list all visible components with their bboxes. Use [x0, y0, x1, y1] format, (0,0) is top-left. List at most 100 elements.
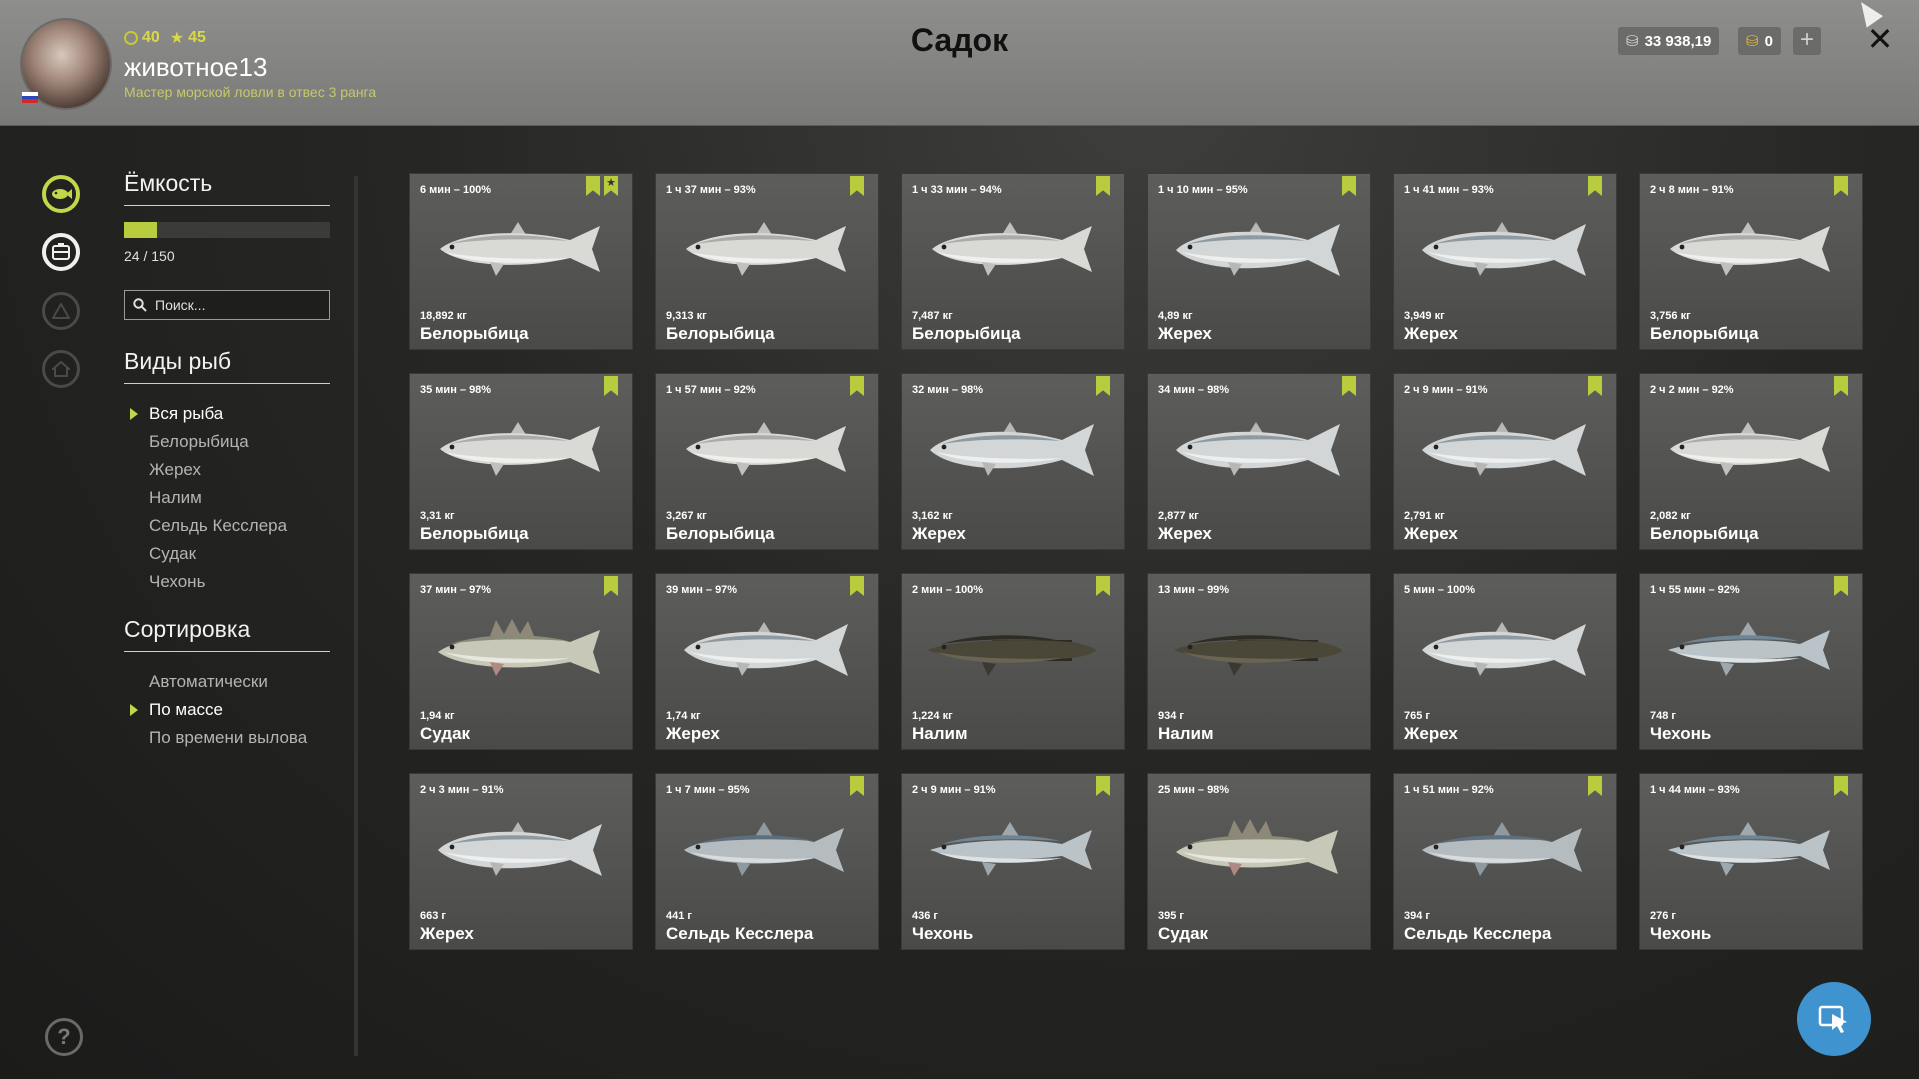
fish-weight: 436 г — [912, 910, 938, 922]
fish-weight: 3,267 кг — [666, 510, 707, 522]
bookmark-icon[interactable] — [1096, 176, 1110, 196]
species-filter-item[interactable]: Вся рыба — [124, 400, 330, 428]
species-filter-item[interactable]: Чехонь — [124, 568, 330, 596]
fish-card[interactable]: 37 мин – 97% 1,94 кг Судак — [410, 574, 632, 749]
fish-tab-icon[interactable] — [42, 175, 80, 213]
catch-time-condition: 32 мин – 98% — [912, 384, 984, 396]
fish-card[interactable]: 6 мин – 100% ★ 18,892 кг Белорыбица — [410, 174, 632, 349]
sort-option-item[interactable]: По массе — [124, 696, 330, 724]
catch-time-condition: 13 мин – 99% — [1158, 584, 1230, 596]
fish-card[interactable]: 39 мин – 97% 1,74 кг Жерех — [656, 574, 878, 749]
fish-card[interactable]: 34 мин – 98% 2,877 кг Жерех — [1148, 374, 1370, 549]
bookmark-icon[interactable] — [1342, 376, 1356, 396]
filter-panel: Ёмкость 24 / 150 Виды рыб Вся рыбаБелоры… — [124, 170, 330, 752]
search-box[interactable] — [124, 290, 330, 320]
bookmark-icon[interactable] — [850, 576, 864, 596]
catch-time-condition: 1 ч 33 мин – 94% — [912, 184, 1002, 196]
search-input[interactable] — [153, 296, 317, 314]
fish-card[interactable]: 1 ч 10 мин – 95% 4,89 кг Жерех — [1148, 174, 1370, 349]
bookmark-icon[interactable] — [1096, 376, 1110, 396]
bookmark-icon[interactable] — [1096, 576, 1110, 596]
bookmark-icon[interactable] — [1096, 776, 1110, 796]
fish-weight: 18,892 кг — [420, 310, 467, 322]
fish-card[interactable]: 25 мин – 98% 395 г Судак — [1148, 774, 1370, 949]
fish-card[interactable]: 1 ч 55 мин – 92% 748 г Чехонь — [1640, 574, 1862, 749]
add-currency-button[interactable]: + — [1793, 27, 1821, 55]
sabrefish-fish-image — [930, 822, 1092, 876]
fish-card[interactable]: 1 ч 51 мин – 92% 394 г Сельдь Кесслера — [1394, 774, 1616, 949]
fish-name: Жерех — [420, 924, 474, 943]
bookmark-icon[interactable] — [1834, 176, 1848, 196]
catch-time-condition: 2 мин – 100% — [912, 584, 984, 596]
fish-weight: 3,756 кг — [1650, 310, 1691, 322]
fish-card[interactable]: 35 мин – 98% 3,31 кг Белорыбица — [410, 374, 632, 549]
herring-fish-image — [684, 822, 844, 876]
bookmark-icon[interactable] — [604, 576, 618, 596]
fish-card[interactable]: 1 ч 41 мин – 93% 3,949 кг Жерех — [1394, 174, 1616, 349]
species-filter-item[interactable]: Жерех — [124, 456, 330, 484]
fish-name: Жерех — [666, 724, 720, 743]
fish-card[interactable]: 5 мин – 100% 765 г Жерех — [1394, 574, 1616, 749]
sort-option-item[interactable]: Автоматически — [124, 668, 330, 696]
fish-card[interactable]: 1 ч 37 мин – 93% 9,313 кг Белорыбица — [656, 174, 878, 349]
russia-flag-icon — [22, 92, 38, 103]
bookmark-icon[interactable] — [850, 376, 864, 396]
fish-card[interactable]: 1 ч 7 мин – 95% 441 г Сельдь Кесслера — [656, 774, 878, 949]
sort-option-item[interactable]: По времени вылова — [124, 724, 330, 752]
card-badges — [604, 376, 618, 396]
catch-time-condition: 37 мин – 97% — [420, 584, 492, 596]
home-tab-icon[interactable] — [42, 350, 80, 388]
username: животное13 — [124, 52, 268, 82]
fish-card[interactable]: 32 мин – 98% 3,162 кг Жерех — [902, 374, 1124, 549]
fish-card[interactable]: 2 ч 9 мин – 91% 436 г Чехонь — [902, 774, 1124, 949]
fish-card[interactable]: 2 ч 9 мин – 91% 2,791 кг Жерех — [1394, 374, 1616, 549]
camp-tab-icon[interactable] — [42, 292, 80, 330]
fish-card[interactable]: 2 ч 2 мин – 92% 2,082 кг Белорыбица — [1640, 374, 1862, 549]
fish-card[interactable]: 13 мин – 99% 934 г Налим — [1148, 574, 1370, 749]
fish-card[interactable]: 2 мин – 100% 1,224 кг Налим — [902, 574, 1124, 749]
fish-name: Жерех — [1158, 324, 1212, 343]
fish-card[interactable]: 1 ч 44 мин – 93% 276 г Чехонь — [1640, 774, 1862, 949]
bookmark-icon[interactable] — [604, 376, 618, 396]
fish-name: Жерех — [1404, 524, 1458, 543]
fish-weight: 663 г — [420, 910, 446, 922]
fish-card[interactable]: 1 ч 33 мин – 94% 7,487 кг Белорыбица — [902, 174, 1124, 349]
species-filter-item[interactable]: Налим — [124, 484, 330, 512]
bookmark-icon[interactable] — [1588, 376, 1602, 396]
bookmark-icon[interactable] — [1834, 776, 1848, 796]
fish-weight: 1,74 кг — [666, 710, 701, 722]
select-mode-button[interactable] — [1797, 982, 1871, 1056]
keepnet-tab-icon[interactable] — [42, 233, 80, 271]
close-icon[interactable]: ✕ — [1865, 23, 1895, 55]
card-badges — [1096, 776, 1110, 796]
bookmark-icon[interactable] — [1588, 176, 1602, 196]
fish-name: Судак — [420, 724, 471, 743]
bookmark-icon[interactable] — [1834, 576, 1848, 596]
bookmark-icon[interactable] — [1834, 376, 1848, 396]
whitefish-fish-image — [1670, 222, 1830, 276]
catch-time-condition: 1 ч 41 мин – 93% — [1404, 184, 1494, 196]
trophy-star-icon: ★ — [604, 176, 618, 196]
bookmark-icon[interactable] — [850, 176, 864, 196]
sabrefish-fish-image — [1668, 822, 1830, 876]
catch-time-condition: 2 ч 8 мин – 91% — [1650, 184, 1734, 196]
fish-weight: 1,224 кг — [912, 710, 953, 722]
fish-name: Сельдь Кесслера — [666, 924, 814, 943]
bookmark-icon[interactable] — [586, 176, 600, 196]
star-icon: ★ — [169, 30, 185, 47]
whitefish-fish-image — [686, 222, 846, 276]
fish-card[interactable]: 2 ч 8 мин – 91% 3,756 кг Белорыбица — [1640, 174, 1862, 349]
asp-fish-image — [930, 422, 1094, 476]
bookmark-icon[interactable] — [1588, 776, 1602, 796]
fish-card[interactable]: 1 ч 57 мин – 92% 3,267 кг Белорыбица — [656, 374, 878, 549]
fish-card[interactable]: 2 ч 3 мин – 91% 663 г Жерех — [410, 774, 632, 949]
species-filter-item[interactable]: Белорыбица — [124, 428, 330, 456]
species-filter-item[interactable]: Судак — [124, 540, 330, 568]
catch-time-condition: 6 мин – 100% — [420, 184, 492, 196]
fish-name: Белорыбица — [1650, 524, 1759, 543]
bookmark-icon[interactable] — [850, 776, 864, 796]
help-icon[interactable]: ? — [45, 1018, 83, 1056]
species-filter-item[interactable]: Сельдь Кесслера — [124, 512, 330, 540]
bookmark-icon[interactable] — [1342, 176, 1356, 196]
top-bar: 40 ★ 45 животное13 Мастер морской ловли … — [0, 0, 1919, 126]
